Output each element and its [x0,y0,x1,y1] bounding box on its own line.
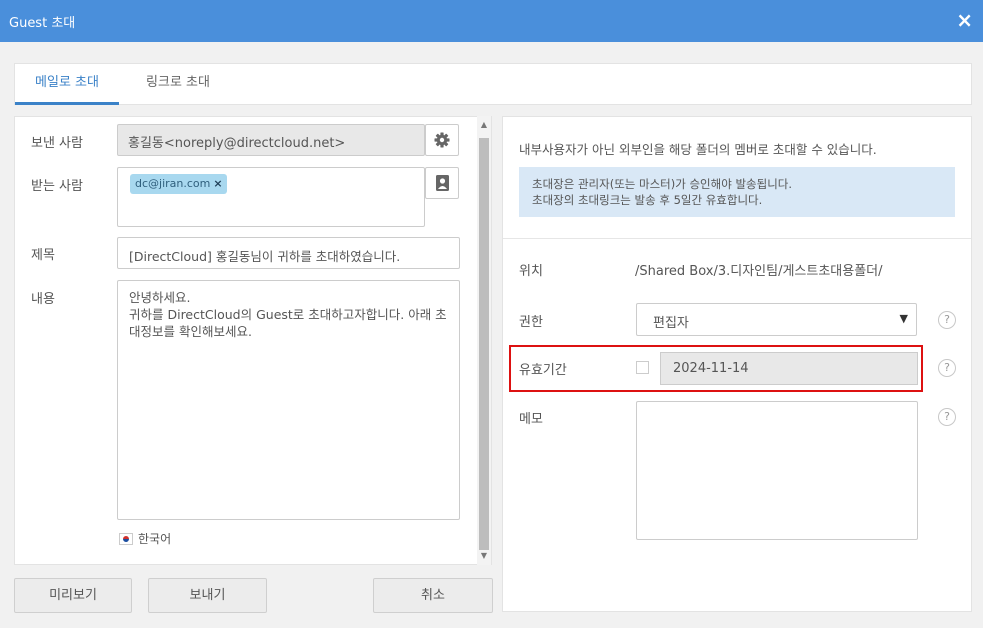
permission-label: 권한 [519,315,543,330]
validity-checkbox[interactable] [636,361,649,374]
tab-bar: 메일로 초대 링크로 초대 [14,63,972,105]
tab-link-invite[interactable]: 링크로 초대 [133,64,223,105]
subject-label: 제목 [31,248,55,263]
approval-notice: 초대장은 관리자(또는 마스터)가 승인해야 발송됩니다. 초대장의 초대링크는… [519,167,955,217]
invite-description: 내부사용자가 아닌 외부인을 해당 폴더의 멤버로 초대할 수 있습니다. [519,142,877,157]
permission-value: 편집자 [653,316,689,331]
dialog-titlebar: Guest 초대 × [0,0,983,42]
validity-help-icon[interactable]: ? [938,359,956,377]
form-scrollbar[interactable]: ▲ ▼ [477,116,491,565]
subject-input[interactable]: [DirectCloud] 홍길동님이 귀하를 초대하였습니다. [117,237,460,269]
tab-email-invite[interactable]: 메일로 초대 [15,64,119,105]
validity-label: 유효기간 [519,363,567,378]
remove-recipient-icon[interactable]: × [213,177,222,190]
permission-help-icon[interactable]: ? [938,311,956,329]
korea-flag-icon [119,533,133,545]
body-label: 내용 [31,292,55,307]
validity-date-input[interactable]: 2024-11-14 [660,352,918,385]
dialog-title: Guest 초대 [9,16,76,31]
sender-settings-button[interactable] [425,124,459,156]
recipient-email: dc@jiran.com [135,177,211,190]
memo-textarea[interactable] [636,401,918,540]
memo-label: 메모 [519,412,543,427]
sender-label: 보낸 사람 [31,136,83,151]
language-selector[interactable]: 한국어 [119,530,171,547]
scroll-thumb[interactable] [479,138,489,550]
cancel-button[interactable]: 취소 [373,578,493,613]
location-label: 위치 [519,264,543,279]
notice-line-2: 초대장의 초대링크는 발송 후 5일간 유효합니다. [532,193,763,207]
body-textarea[interactable]: 안녕하세요. 귀하를 DirectCloud의 Guest로 초대하고자합니다.… [117,280,460,520]
divider [503,238,971,239]
recipient-label: 받는 사람 [31,179,83,194]
address-book-icon [436,175,449,191]
language-label: 한국어 [138,532,172,546]
address-book-button[interactable] [425,167,459,199]
gear-icon [434,132,450,148]
scroll-up-icon[interactable]: ▲ [477,118,491,132]
invite-settings-panel: 내부사용자가 아닌 외부인을 해당 폴더의 멤버로 초대할 수 있습니다. 초대… [502,116,972,612]
location-value: /Shared Box/3.디자인팀/게스트초대용폴더/ [635,264,883,279]
scroll-down-icon[interactable]: ▼ [477,549,491,563]
email-form-panel: 보낸 사람 홍길동<noreply@directcloud.net> 받는 사람… [14,116,492,565]
chevron-down-icon: ▼ [899,312,908,325]
recipient-chip: dc@jiran.com × [130,174,227,194]
close-icon[interactable]: × [956,8,973,32]
sender-field: 홍길동<noreply@directcloud.net> [117,124,425,156]
notice-line-1: 초대장은 관리자(또는 마스터)가 승인해야 발송됩니다. [532,177,793,191]
preview-button[interactable]: 미리보기 [14,578,132,613]
permission-select[interactable]: 편집자 ▼ [636,303,917,336]
recipient-input[interactable]: dc@jiran.com × [117,167,425,227]
memo-help-icon[interactable]: ? [938,408,956,426]
send-button[interactable]: 보내기 [148,578,267,613]
